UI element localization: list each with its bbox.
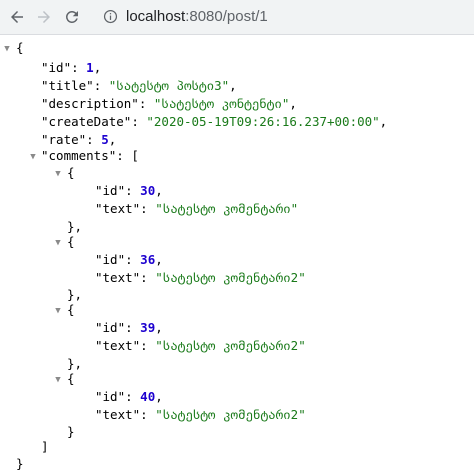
key-id: "id": [41, 60, 72, 75]
collapse-root-icon[interactable]: ▼: [2, 44, 12, 54]
key-comments: "comments": [41, 148, 117, 163]
key-description: "description": [41, 96, 139, 111]
comments-close: ]: [41, 439, 49, 454]
comment-text: "text": "სატესტო კომენტარი2": [95, 270, 306, 285]
browser-toolbar: localhost:8080/post/1: [0, 0, 474, 35]
comment-open: {: [67, 234, 75, 249]
url-path: :8080/post/1: [185, 7, 268, 25]
value-createDate: "2020-05-19T09:26:16.237+00:00": [146, 114, 380, 129]
collapse-comment-icon[interactable]: ▼: [53, 375, 63, 385]
comment-open: {: [67, 165, 75, 180]
comment-open: {: [67, 371, 75, 386]
value-title: "სატესტო პოსტი3": [108, 78, 230, 93]
value-description: "სატესტო კონტენტი": [153, 96, 290, 111]
comment-text: "text": "სატესტო კომენტარი": [95, 201, 299, 216]
url-text[interactable]: localhost:8080/post/1: [126, 8, 268, 25]
arrow-left-icon: [11, 11, 23, 23]
collapse-comments-icon[interactable]: ▼: [28, 152, 38, 162]
comment-text: "text": "სატესტო კომენტარი2": [95, 338, 306, 353]
forward-button[interactable]: [30, 3, 58, 31]
key-title: "title": [41, 78, 94, 93]
back-button[interactable]: [3, 3, 31, 31]
comment-text: "text": "სატესტო კომენტარი2": [95, 407, 306, 422]
arrow-right-icon: [38, 11, 50, 23]
info-icon[interactable]: [102, 8, 118, 24]
comment-close: }: [67, 424, 75, 439]
value-id: 1: [86, 60, 94, 75]
address-bar[interactable]: localhost:8080/post/1: [94, 3, 474, 29]
reload-icon: [65, 10, 78, 23]
json-root-close: }: [16, 456, 24, 471]
url-host: localhost: [126, 7, 186, 25]
comment-open: {: [67, 302, 75, 317]
key-createDate: "createDate": [41, 114, 132, 129]
json-root-open: {: [16, 40, 24, 55]
collapse-comment-icon[interactable]: ▼: [53, 238, 63, 248]
collapse-comment-icon[interactable]: ▼: [53, 306, 63, 316]
reload-button[interactable]: [58, 3, 86, 31]
collapse-comment-icon[interactable]: ▼: [53, 169, 63, 179]
json-field-comments: "comments": [: [41, 148, 139, 163]
